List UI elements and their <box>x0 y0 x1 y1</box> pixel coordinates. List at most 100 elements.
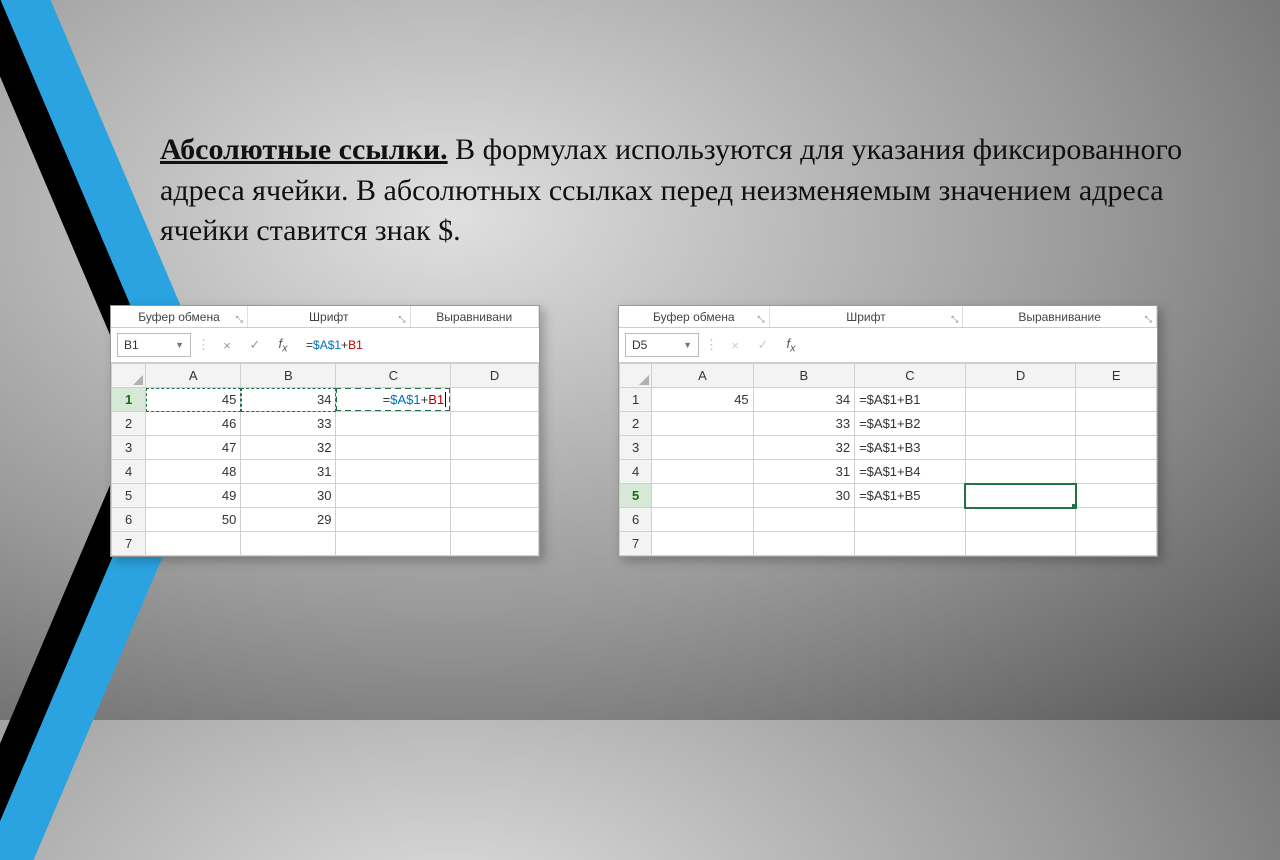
formula-value[interactable]: =$A$1+B1 <box>300 338 533 352</box>
cell[interactable] <box>753 508 854 532</box>
cell[interactable]: 29 <box>241 508 336 532</box>
cell[interactable] <box>965 436 1076 460</box>
cell[interactable]: 45 <box>146 388 241 412</box>
cell[interactable]: 48 <box>146 460 241 484</box>
cell[interactable] <box>855 508 966 532</box>
cell[interactable]: =$A$1+B2 <box>855 412 966 436</box>
cell[interactable]: 31 <box>753 460 854 484</box>
dialog-launcher-icon[interactable]: ⤡ <box>1145 314 1152 325</box>
cell[interactable] <box>652 484 753 508</box>
cell[interactable] <box>451 388 539 412</box>
select-all[interactable] <box>112 364 146 388</box>
row-header[interactable]: 2 <box>620 412 652 436</box>
cell[interactable] <box>336 508 451 532</box>
cell[interactable] <box>451 436 539 460</box>
row-header[interactable]: 6 <box>620 508 652 532</box>
row-header[interactable]: 4 <box>112 460 146 484</box>
cell-selected[interactable] <box>965 484 1076 508</box>
cell[interactable]: 45 <box>652 388 753 412</box>
cell[interactable] <box>451 412 539 436</box>
cell[interactable]: 34 <box>241 388 336 412</box>
cell[interactable]: =$A$1+B5 <box>855 484 966 508</box>
cell[interactable]: 30 <box>753 484 854 508</box>
cell[interactable] <box>1076 532 1157 556</box>
fx-icon[interactable]: fx <box>272 336 294 355</box>
dialog-launcher-icon[interactable]: ⤡ <box>236 314 243 325</box>
cell[interactable] <box>451 532 539 556</box>
cell[interactable]: 32 <box>241 436 336 460</box>
cell[interactable]: 46 <box>146 412 241 436</box>
cell[interactable] <box>1076 412 1157 436</box>
cell[interactable] <box>336 412 451 436</box>
cell[interactable] <box>965 388 1076 412</box>
enter-icon[interactable]: ✓ <box>244 337 266 353</box>
cell[interactable] <box>241 532 336 556</box>
fx-icon[interactable]: fx <box>780 336 802 355</box>
cell[interactable]: 50 <box>146 508 241 532</box>
cell[interactable] <box>336 484 451 508</box>
cell-editing[interactable]: =$A$1+B1 <box>336 388 451 412</box>
dialog-launcher-icon[interactable]: ⤡ <box>757 314 764 325</box>
cell[interactable] <box>146 532 241 556</box>
row-header[interactable]: 2 <box>112 412 146 436</box>
cell[interactable] <box>652 436 753 460</box>
cell[interactable]: =$A$1+B1 <box>855 388 966 412</box>
grid-right[interactable]: A B C D E 14534=$A$1+B1 233=$A$1+B2 332=… <box>619 363 1157 556</box>
row-header[interactable]: 3 <box>620 436 652 460</box>
grid-left[interactable]: A B C D 1 45 34 =$A$1+B1 24633 34732 448… <box>111 363 539 556</box>
col-header[interactable]: B <box>241 364 336 388</box>
row-header[interactable]: 7 <box>112 532 146 556</box>
dialog-launcher-icon[interactable]: ⤡ <box>398 314 405 325</box>
row-header[interactable]: 7 <box>620 532 652 556</box>
cell[interactable] <box>1076 436 1157 460</box>
cell[interactable] <box>753 532 854 556</box>
col-header[interactable]: D <box>451 364 539 388</box>
row-header[interactable]: 1 <box>620 388 652 412</box>
col-header[interactable]: C <box>855 364 966 388</box>
cell[interactable] <box>652 412 753 436</box>
name-box[interactable]: B1▼ <box>117 333 191 357</box>
cell[interactable] <box>855 532 966 556</box>
cell[interactable] <box>1076 460 1157 484</box>
row-header[interactable]: 5 <box>112 484 146 508</box>
cell[interactable]: 32 <box>753 436 854 460</box>
cell[interactable] <box>652 532 753 556</box>
cell[interactable] <box>1076 484 1157 508</box>
col-header[interactable]: B <box>753 364 854 388</box>
cell[interactable] <box>965 508 1076 532</box>
cell[interactable] <box>965 460 1076 484</box>
cell[interactable] <box>965 532 1076 556</box>
name-box[interactable]: D5▼ <box>625 333 699 357</box>
cell[interactable]: 31 <box>241 460 336 484</box>
cell[interactable] <box>451 460 539 484</box>
col-header[interactable]: A <box>146 364 241 388</box>
cell[interactable]: =$A$1+B3 <box>855 436 966 460</box>
cell[interactable] <box>451 508 539 532</box>
cell[interactable]: 33 <box>753 412 854 436</box>
col-header[interactable]: D <box>965 364 1076 388</box>
col-header[interactable]: E <box>1076 364 1157 388</box>
cell[interactable]: 33 <box>241 412 336 436</box>
cell[interactable] <box>336 460 451 484</box>
cell[interactable]: 30 <box>241 484 336 508</box>
dialog-launcher-icon[interactable]: ⤡ <box>951 314 958 325</box>
cancel-icon[interactable]: × <box>216 338 238 353</box>
cell[interactable] <box>1076 388 1157 412</box>
cell[interactable]: 34 <box>753 388 854 412</box>
cell[interactable] <box>1076 508 1157 532</box>
row-header[interactable]: 4 <box>620 460 652 484</box>
row-header[interactable]: 3 <box>112 436 146 460</box>
cell[interactable] <box>965 412 1076 436</box>
cell[interactable]: =$A$1+B4 <box>855 460 966 484</box>
row-header[interactable]: 5 <box>620 484 652 508</box>
row-header[interactable]: 1 <box>112 388 146 412</box>
cell[interactable]: 49 <box>146 484 241 508</box>
cell[interactable] <box>336 532 451 556</box>
cell[interactable]: 47 <box>146 436 241 460</box>
col-header[interactable]: A <box>652 364 753 388</box>
cell[interactable] <box>336 436 451 460</box>
row-header[interactable]: 6 <box>112 508 146 532</box>
cell[interactable] <box>652 508 753 532</box>
cell[interactable] <box>451 484 539 508</box>
col-header[interactable]: C <box>336 364 451 388</box>
